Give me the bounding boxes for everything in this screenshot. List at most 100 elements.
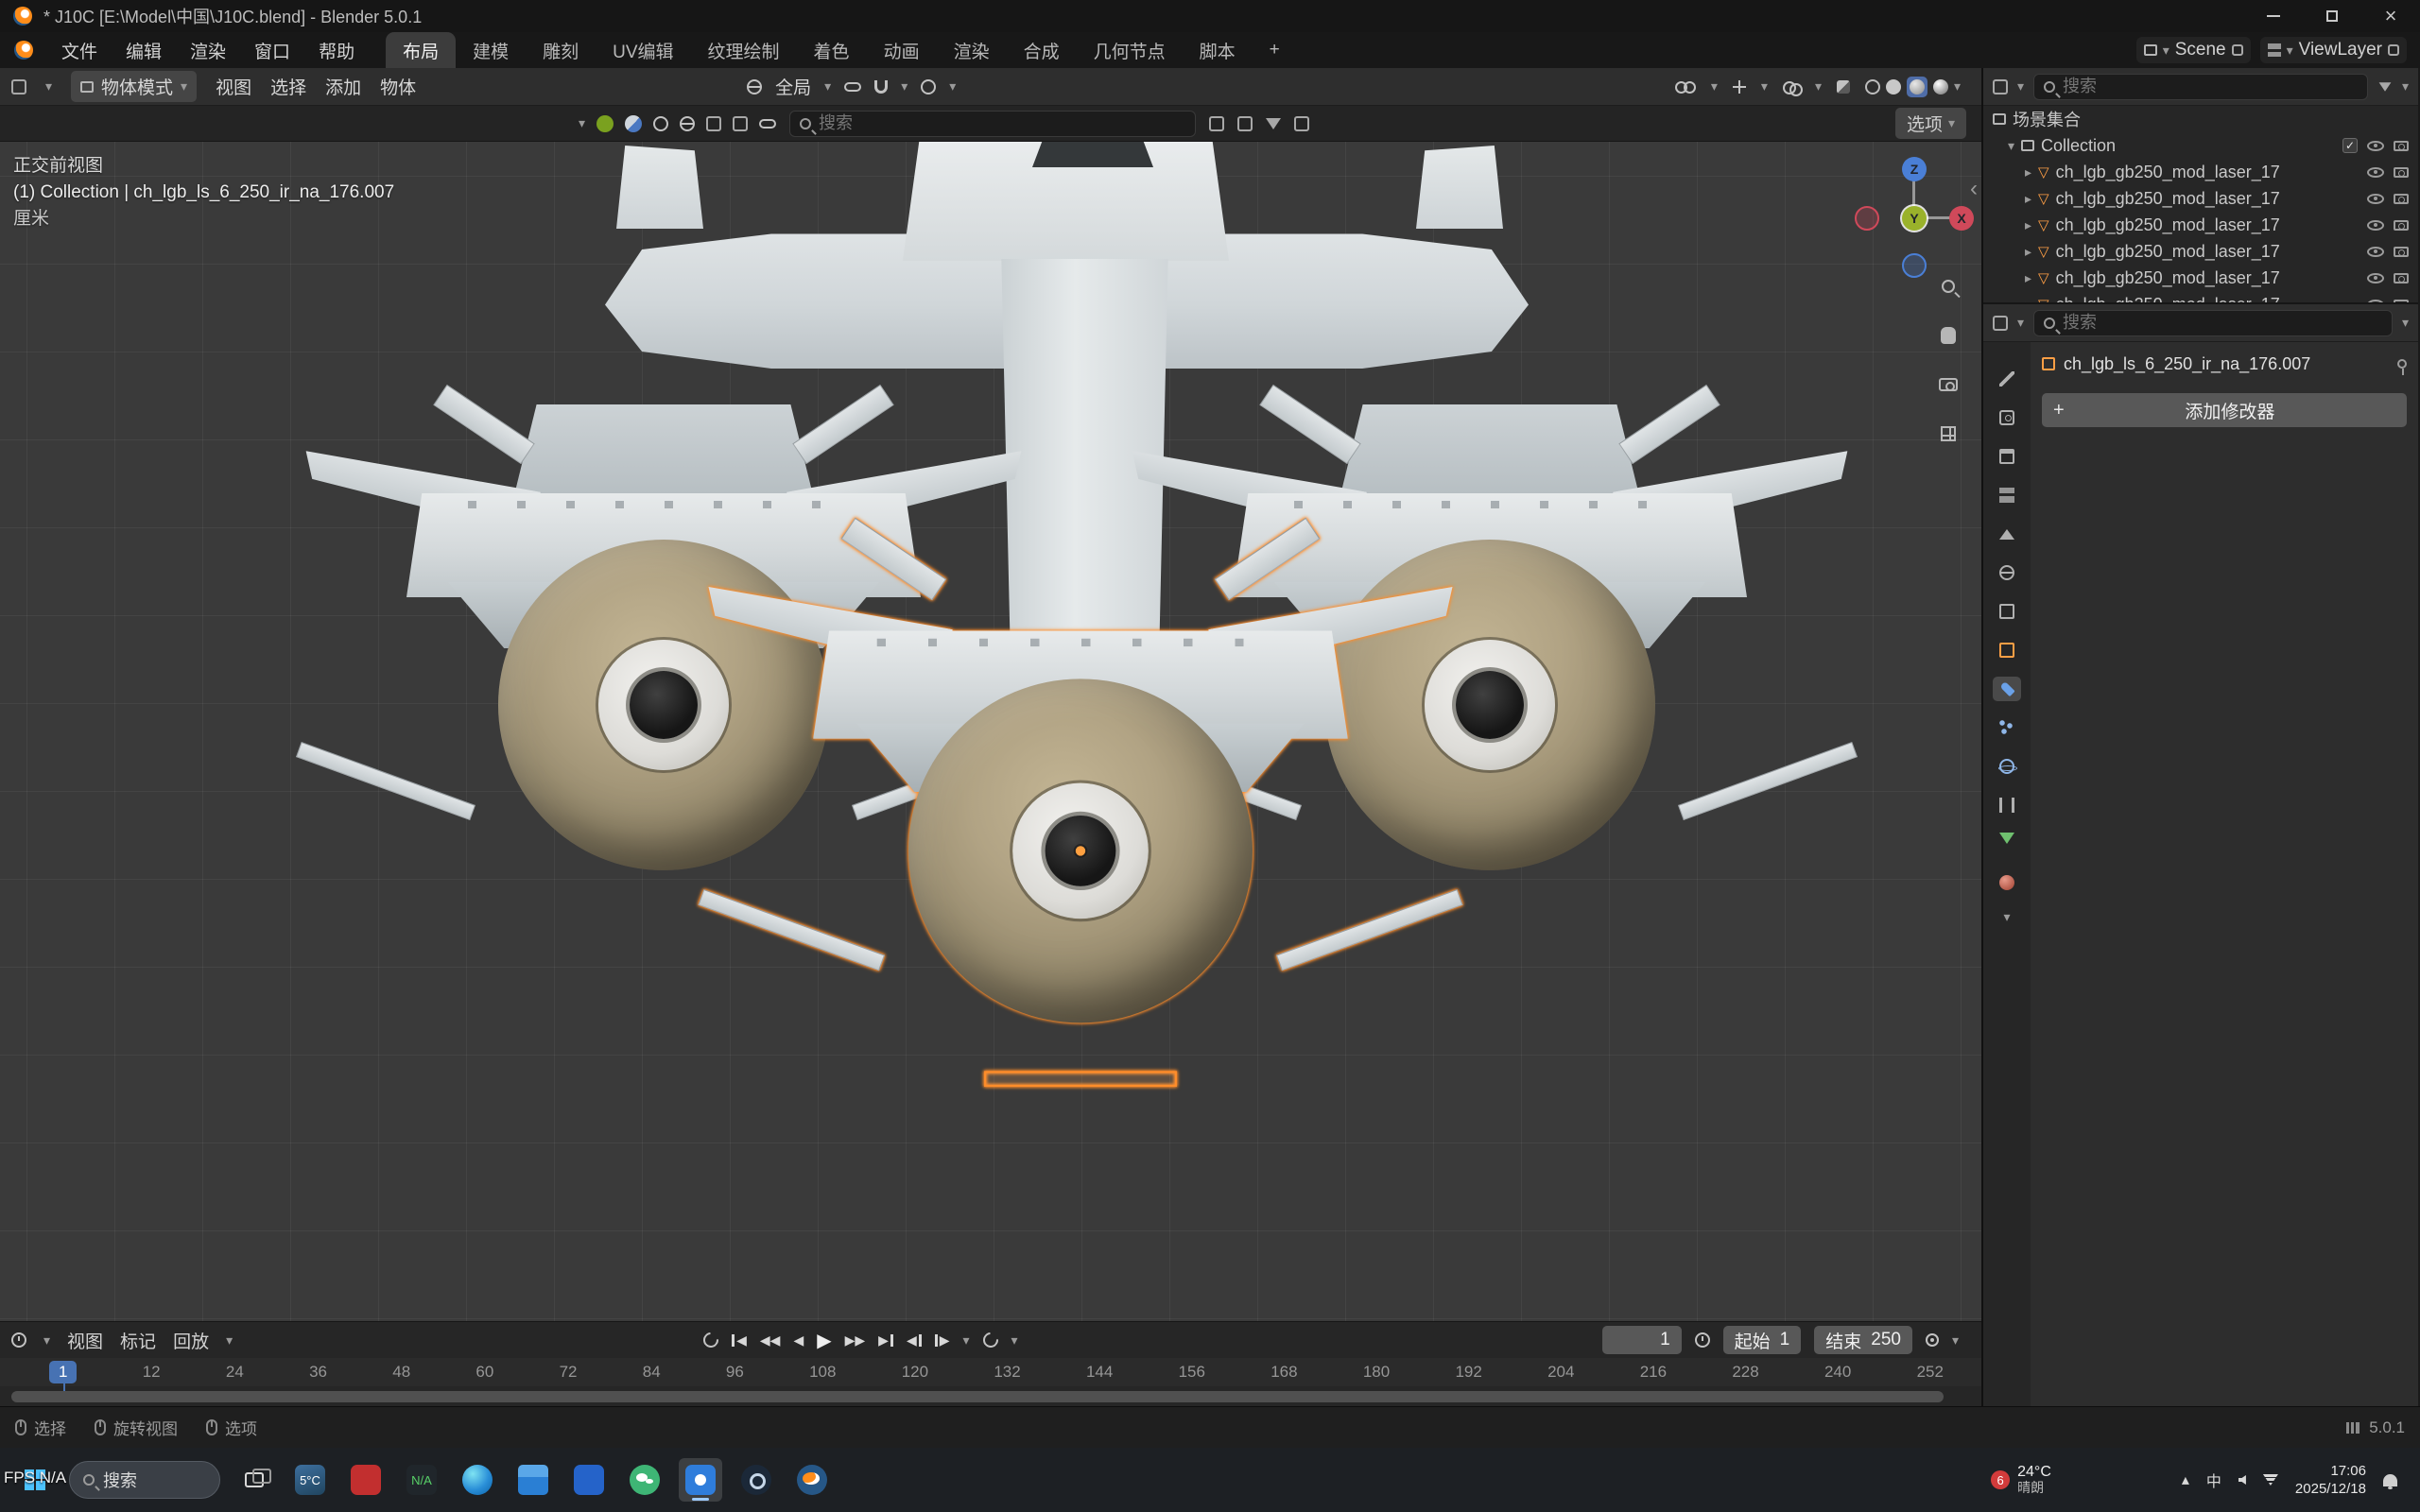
minimize-button[interactable] [2244, 0, 2303, 32]
next-frame-button[interactable]: ▶ [935, 1332, 950, 1349]
tab-uv-editing[interactable]: UV编辑 [596, 32, 690, 68]
expand-chevron-icon[interactable]: ▸ [2025, 164, 2031, 180]
tab-scene[interactable] [1993, 522, 2021, 546]
tool-chevron[interactable]: ▾ [579, 115, 585, 131]
scene-selector[interactable]: ▾ Scene [2136, 37, 2251, 63]
task-view-button[interactable] [233, 1458, 276, 1502]
render-visibility-icon[interactable] [2394, 141, 2409, 151]
gizmo-z-axis[interactable]: Z [1902, 157, 1927, 181]
eye-icon[interactable] [2367, 247, 2384, 257]
maximize-button[interactable] [2303, 0, 2361, 32]
ortho-toggle-button[interactable] [1936, 421, 1961, 446]
wechat-button[interactable] [623, 1458, 666, 1502]
monitor-widget-button[interactable]: N/A [400, 1458, 443, 1502]
outliner-search[interactable] [2033, 74, 2368, 100]
menu-select[interactable]: 选择 [270, 74, 306, 99]
material-ball-icon[interactable] [596, 115, 614, 132]
shading-ball-icon[interactable] [625, 115, 642, 132]
magnet-icon[interactable] [874, 80, 888, 94]
outliner-filter-icon[interactable] [2379, 82, 2392, 92]
shading-rendered-icon[interactable] [1933, 79, 1948, 94]
list-icon[interactable] [1237, 116, 1253, 131]
render-visibility-icon[interactable] [2394, 273, 2409, 284]
menu-window[interactable]: 窗口 [240, 32, 304, 68]
camera-view-button[interactable] [1936, 372, 1961, 397]
snap-target-icon[interactable] [844, 82, 861, 92]
collection-checkbox[interactable]: ✓ [2342, 138, 2358, 153]
eye-icon[interactable] [2367, 141, 2384, 151]
outliner-item[interactable]: ▸ ▽ ch_lgb_gb250_mod_laser_17 [1983, 238, 2418, 265]
prev-frame-button[interactable]: ◀ [907, 1332, 922, 1349]
gizmos-toggle-icon[interactable] [1733, 80, 1746, 94]
tab-collection[interactable] [1993, 599, 2021, 624]
jump-to-start-button[interactable]: ◀ [732, 1332, 747, 1349]
next-keyframe-button[interactable]: ▶▶ [845, 1332, 866, 1349]
tab-rendering[interactable]: 渲染 [937, 32, 1007, 68]
tab-compositing[interactable]: 合成 [1007, 32, 1077, 68]
gizmo-x-axis[interactable]: X [1949, 206, 1974, 231]
eye-icon[interactable] [2367, 167, 2384, 178]
tab-output[interactable] [1993, 444, 2021, 469]
new-viewlayer-icon[interactable] [2388, 44, 2399, 56]
current-frame-field[interactable]: 1 [1602, 1326, 1682, 1354]
outliner-search-input[interactable] [2063, 77, 2358, 96]
tab-constraints[interactable] [1993, 793, 2021, 817]
expand-chevron-icon[interactable]: ▸ [2025, 270, 2031, 286]
app-red-button[interactable] [344, 1458, 388, 1502]
loop-icon[interactable] [979, 1330, 1001, 1351]
weather-widget[interactable]: 6 24°C 晴朗 [1991, 1464, 2051, 1496]
zoom-button[interactable] [1936, 274, 1961, 299]
play-reverse-button[interactable]: ◀ [793, 1332, 804, 1349]
circle-icon[interactable] [653, 116, 668, 131]
volume-button[interactable] [2238, 1475, 2246, 1485]
render-visibility-icon[interactable] [2394, 247, 2409, 257]
taskbar-clock[interactable]: 17:06 2025/12/18 [2295, 1462, 2366, 1498]
render-visibility-icon[interactable] [2394, 167, 2409, 178]
expand-chevron-icon[interactable]: ▸ [2025, 217, 2031, 233]
notification-button[interactable] [2383, 1474, 2397, 1486]
tab-modeling[interactable]: 建模 [456, 32, 526, 68]
outliner-editor-icon[interactable] [1993, 79, 2008, 94]
menu-add[interactable]: 添加 [325, 74, 361, 99]
orientation-label[interactable]: 全局 [775, 74, 811, 99]
tab-shading[interactable]: 着色 [797, 32, 867, 68]
outliner-item[interactable]: ▸ ▽ ch_lgb_gb250_mod_laser_17 [1983, 159, 2418, 185]
file-explorer-button[interactable] [511, 1458, 555, 1502]
add-modifier-button[interactable]: + 添加修改器 [2042, 393, 2407, 427]
expand-chevron-icon[interactable]: ▸ [2025, 244, 2031, 260]
expand-chevron-icon[interactable]: ▸ [2025, 191, 2031, 207]
edge-button[interactable] [456, 1458, 499, 1502]
tab-particles[interactable] [1993, 715, 2021, 740]
frame-start-field[interactable]: 起始 1 [1723, 1326, 1802, 1354]
eye-icon[interactable] [2367, 220, 2384, 231]
show-gizmo-icon[interactable] [1675, 81, 1696, 92]
close-button[interactable]: × [2361, 0, 2420, 32]
outliner-item[interactable]: ▸ ▽ ch_lgb_gb250_mod_laser_17 [1983, 291, 2418, 304]
overlays-toggle-icon[interactable] [1783, 81, 1800, 93]
eye-icon[interactable] [2367, 273, 2384, 284]
mode-selector[interactable]: 物体模式 ▾ [71, 71, 197, 102]
clock-icon[interactable] [1695, 1332, 1710, 1348]
blender-menu[interactable] [0, 32, 47, 68]
slots-icon[interactable] [759, 119, 776, 129]
language-indicator[interactable]: 中 [2206, 1469, 2221, 1491]
shield-icon[interactable] [1294, 116, 1309, 131]
tab-material[interactable] [1993, 870, 2021, 895]
tab-geometry-nodes[interactable]: 几何节点 [1077, 32, 1183, 68]
editor-type-icon[interactable] [11, 79, 26, 94]
menu-object[interactable]: 物体 [380, 74, 416, 99]
row-scene-collection[interactable]: 场景集合 [1983, 106, 2418, 132]
frame-end-field[interactable]: 结束 250 [1814, 1326, 1912, 1354]
gizmo-neg-z-axis[interactable] [1902, 253, 1927, 278]
timeline-menu-view[interactable]: 视图 [67, 1328, 103, 1353]
world-icon[interactable] [680, 116, 695, 131]
menu-file[interactable]: 文件 [47, 32, 112, 68]
menu-render[interactable]: 渲染 [176, 32, 240, 68]
menu-edit[interactable]: 编辑 [112, 32, 176, 68]
tab-texture-paint[interactable]: 纹理绘制 [691, 32, 797, 68]
tab-layout[interactable]: 布局 [386, 32, 456, 68]
tray-expand-button[interactable]: ▴ [2182, 1470, 2189, 1489]
menu-help[interactable]: 帮助 [304, 32, 369, 68]
jump-to-end-button[interactable]: ▶ [878, 1332, 893, 1349]
sync-icon[interactable] [700, 1330, 722, 1351]
